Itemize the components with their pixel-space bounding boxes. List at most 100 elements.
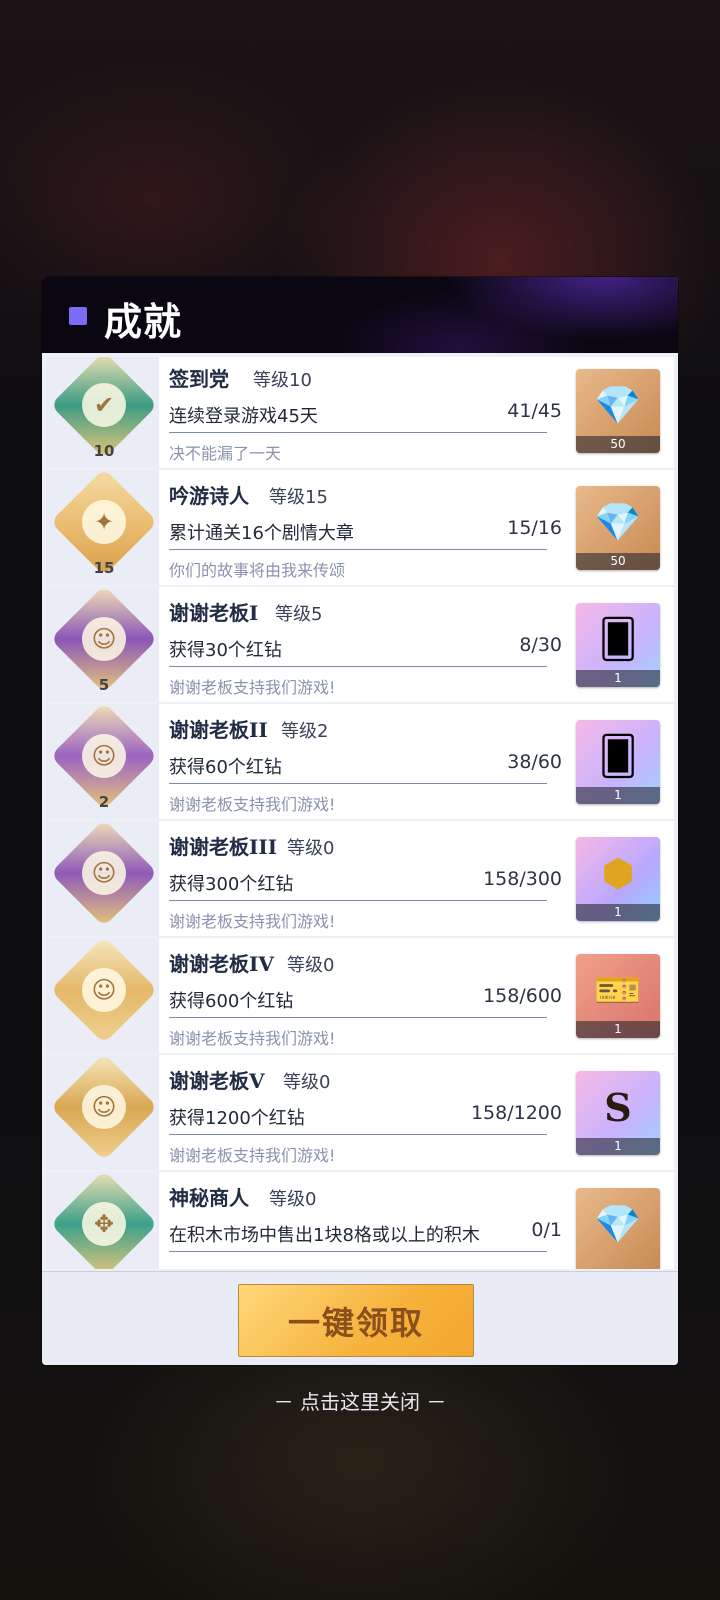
achievement-flavor-text: 谢谢老板支持我们游戏! bbox=[169, 795, 336, 814]
achievement-level: 等级5 bbox=[275, 604, 323, 625]
badge-panel: ☺ bbox=[46, 819, 159, 936]
achievement-description: 累计通关16个剧情大章 bbox=[169, 523, 354, 544]
mascot-icon: ☺ bbox=[82, 1085, 126, 1129]
reward-slot[interactable]: ⬢ 1 bbox=[576, 837, 660, 921]
achievement-progress: 0/1 bbox=[531, 1219, 562, 1241]
achievement-progress: 158/1200 bbox=[470, 1102, 562, 1124]
achievement-row[interactable]: ☺ 2 谢谢老板II 等级2 获得60个红钻 38/60 谢谢老板支持我们游戏! 🂠 1 bbox=[46, 702, 674, 819]
row-divider bbox=[169, 900, 547, 901]
achievement-row[interactable]: ✦ 15 吟游诗人 等级15 累计通关16个剧情大章 15/16 你们的故事将由我来传颂 💎 5… bbox=[46, 468, 674, 585]
achievement-name: 谢谢老板V bbox=[169, 1069, 265, 1093]
reward-count: 1 bbox=[576, 787, 660, 804]
modal-title: 成就 bbox=[104, 299, 183, 344]
achievement-progress: 158/600 bbox=[483, 985, 562, 1007]
badge-panel: ✔ 10 bbox=[46, 357, 159, 468]
mascot-icon: ☺ bbox=[82, 851, 126, 895]
diamond-icon: 💎 bbox=[594, 1201, 642, 1246]
reward-slot[interactable]: 🂠 1 bbox=[576, 720, 660, 804]
achievement-flavor-text: 决不能漏了一天 bbox=[169, 444, 282, 463]
achievement-name: 签到党 bbox=[169, 367, 229, 391]
achievement-description: 获得600个红钻 bbox=[169, 991, 294, 1012]
achievement-name: 吟游诗人 bbox=[169, 484, 249, 508]
achievement-progress: 158/300 bbox=[483, 868, 562, 890]
close-hint[interactable]: － 点击这里关闭 － bbox=[0, 1386, 720, 1415]
achievement-description: 在积木市场中售出1块8格或以上的积木 bbox=[169, 1225, 480, 1246]
badge-level-value: 15 bbox=[93, 559, 115, 577]
achievement-level: 等级10 bbox=[253, 370, 312, 391]
diamond-icon: 💎 bbox=[594, 499, 642, 544]
achievement-level: 等级2 bbox=[281, 721, 329, 742]
achievement-name: 谢谢老板IV bbox=[169, 952, 274, 976]
modal-footer: 一键领取 bbox=[42, 1271, 678, 1365]
mascot-icon: ☺ bbox=[82, 617, 126, 661]
achievement-description: 获得1200个红钻 bbox=[169, 1108, 305, 1129]
achievement-progress: 38/60 bbox=[507, 751, 562, 773]
achievement-row[interactable]: ☺ 谢谢老板III 等级0 获得300个红钻 158/300 谢谢老板支持我们游戏! ⬢ 1 bbox=[46, 819, 674, 936]
achievement-level: 等级0 bbox=[287, 955, 335, 976]
badge-panel: ☺ 5 bbox=[46, 585, 159, 702]
badge-panel: ☺ 2 bbox=[46, 702, 159, 819]
title-marker-icon bbox=[69, 307, 87, 325]
badge-level-value: 2 bbox=[98, 793, 110, 811]
achievement-flavor-text: 谢谢老板支持我们游戏! bbox=[169, 1029, 336, 1048]
achievement-progress: 41/45 bbox=[507, 400, 562, 422]
row-divider bbox=[169, 432, 547, 433]
checkmark-icon: ✔ bbox=[82, 383, 126, 427]
achievement-description: 获得60个红钻 bbox=[169, 757, 282, 778]
achievement-level: 等级0 bbox=[287, 838, 335, 859]
reward-slot[interactable]: S1 bbox=[576, 1071, 660, 1155]
claim-all-button[interactable]: 一键领取 bbox=[238, 1284, 474, 1357]
achievement-row[interactable]: ☺ 5 谢谢老板I 等级5 获得30个红钻 8/30 谢谢老板支持我们游戏! 🂠 1 bbox=[46, 585, 674, 702]
achievement-row[interactable]: ✥ 神秘商人 等级0 在积木市场中售出1块8格或以上的积木 0/1 💎 bbox=[46, 1170, 674, 1269]
row-divider bbox=[169, 1017, 547, 1018]
achievement-progress: 15/16 bbox=[507, 517, 562, 539]
row-divider bbox=[169, 783, 547, 784]
achievement-level: 等级15 bbox=[269, 487, 328, 508]
modal-header: 成就 bbox=[42, 277, 678, 353]
badge-level-value: 5 bbox=[98, 676, 110, 694]
achievement-flavor-text: 谢谢老板支持我们游戏! bbox=[169, 912, 336, 931]
reward-slot[interactable]: 🂠 1 bbox=[576, 603, 660, 687]
badge-panel: ✦ 15 bbox=[46, 468, 159, 585]
achievement-description: 获得30个红钻 bbox=[169, 640, 282, 661]
blue-card-icon: 🂠 bbox=[598, 734, 638, 778]
badge-level-label: 10 bbox=[90, 439, 118, 463]
row-divider bbox=[169, 666, 547, 667]
badge-level-label: 2 bbox=[90, 790, 118, 814]
row-divider bbox=[169, 1134, 547, 1135]
diamond-icon: 💎 bbox=[594, 382, 642, 427]
achievement-flavor-text: 你们的故事将由我来传颂 bbox=[169, 561, 346, 580]
mascot-icon: ☺ bbox=[82, 968, 126, 1012]
reward-count: 50 bbox=[576, 553, 660, 570]
achievement-name: 谢谢老板III bbox=[169, 835, 278, 859]
reward-slot[interactable]: 🎫 1 bbox=[576, 954, 660, 1038]
badge-panel: ✥ bbox=[46, 1170, 159, 1269]
row-divider bbox=[169, 549, 547, 550]
achievement-name: 谢谢老板II bbox=[169, 718, 268, 742]
wizard-hat-icon: ✦ bbox=[82, 500, 126, 544]
badge-panel: ☺ bbox=[46, 936, 159, 1053]
achievement-progress: 8/30 bbox=[519, 634, 562, 656]
reward-count: 1 bbox=[576, 1138, 660, 1155]
reward-count: 50 bbox=[576, 436, 660, 453]
reward-count: 1 bbox=[576, 904, 660, 921]
badge-level-value: 10 bbox=[93, 442, 115, 460]
achievement-row[interactable]: ☺ 谢谢老板IV 等级0 获得600个红钻 158/600 谢谢老板支持我们游戏! 🎫 1 bbox=[46, 936, 674, 1053]
red-card-icon: 🂠 bbox=[598, 617, 638, 661]
achievement-flavor-text: 谢谢老板支持我们游戏! bbox=[169, 1146, 336, 1165]
reward-slot[interactable]: 💎 bbox=[576, 1188, 660, 1269]
gold-box-icon: ⬢ bbox=[601, 851, 635, 895]
achievement-row[interactable]: ☺ 谢谢老板V 等级0 获得1200个红钻 158/1200 谢谢老板支持我们游戏! S 1 bbox=[46, 1053, 674, 1170]
reward-count: 1 bbox=[576, 670, 660, 687]
achievement-flavor-text: 谢谢老板支持我们游戏! bbox=[169, 678, 336, 697]
achievement-row[interactable]: ✔ 10 签到党 等级10 连续登录游戏45天 41/45 决不能漏了一天 💎 50 bbox=[46, 357, 674, 468]
badge-level-label: 15 bbox=[90, 556, 118, 580]
achievement-level: 等级0 bbox=[269, 1189, 317, 1210]
knot-icon: ✥ bbox=[82, 1202, 126, 1246]
badge-level-label: 5 bbox=[90, 673, 118, 697]
achievements-modal: 成就 ✔ 10 签到党 等级10 连续登录游戏45天 41/45 决不能漏了一天 💎 50 ✦ 15… bbox=[42, 277, 678, 1365]
reward-slot[interactable]: 💎 50 bbox=[576, 369, 660, 453]
reward-slot[interactable]: 💎 50 bbox=[576, 486, 660, 570]
achievement-list[interactable]: ✔ 10 签到党 等级10 连续登录游戏45天 41/45 决不能漏了一天 💎 50 ✦ 15 吟游诗… bbox=[46, 357, 674, 1269]
achievement-name: 神秘商人 bbox=[169, 1186, 249, 1210]
